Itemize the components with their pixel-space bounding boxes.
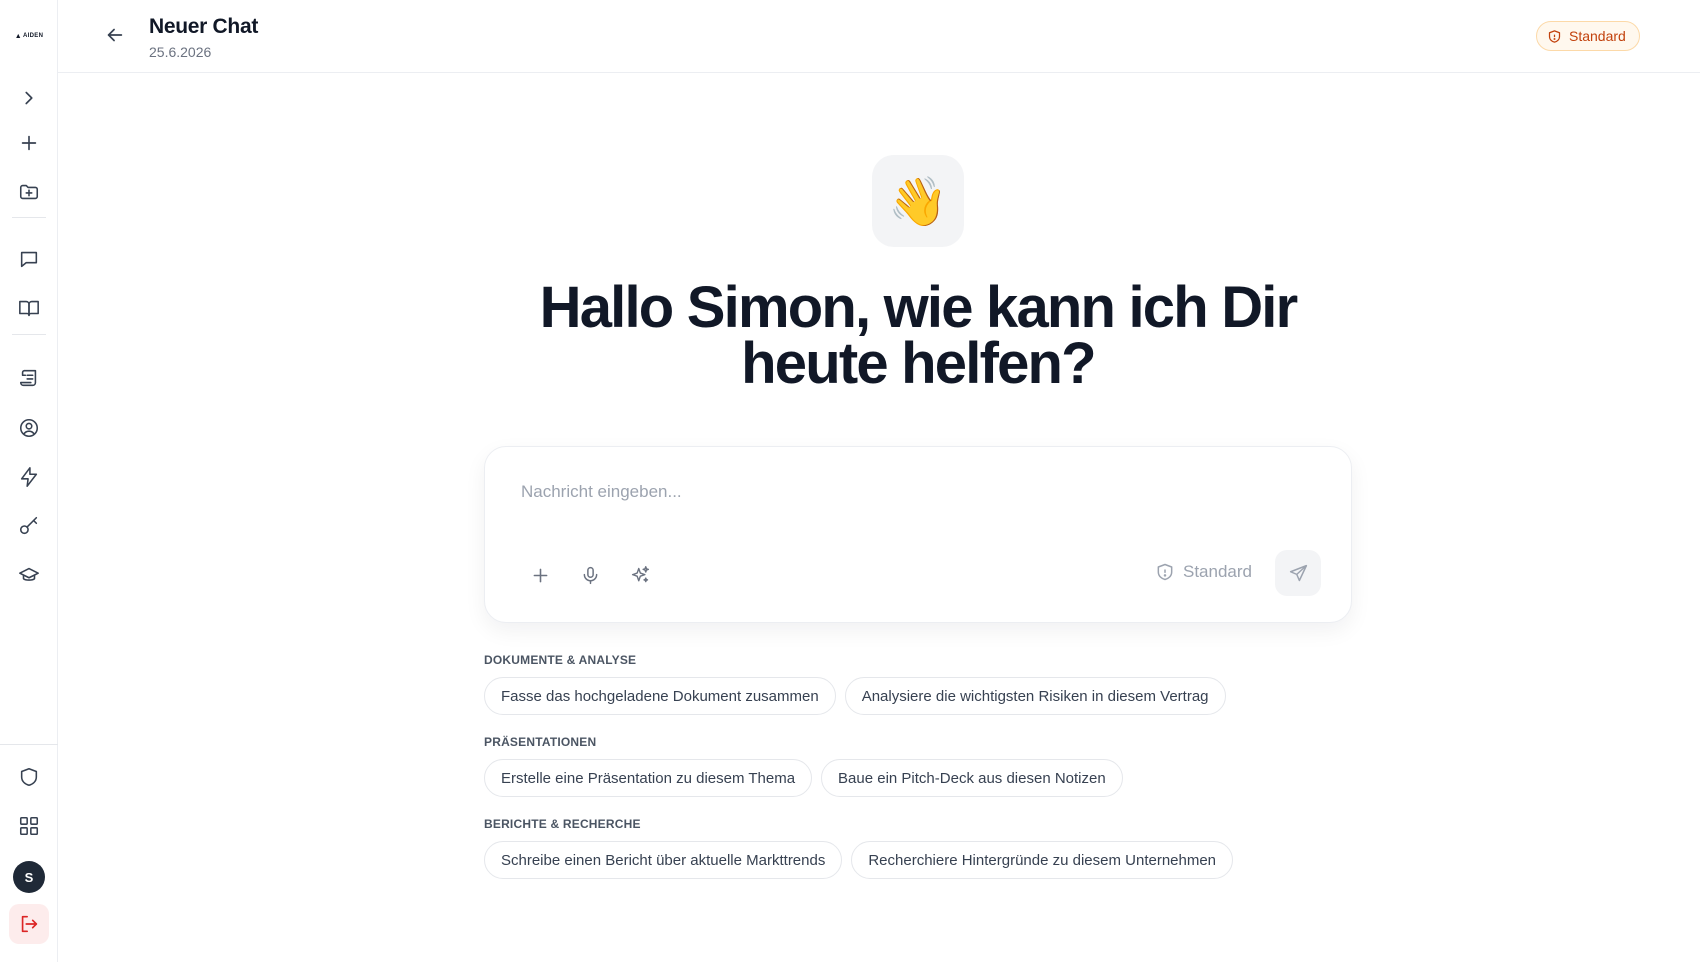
waving-hand-emoji: 👋 (888, 173, 948, 230)
chat-bubble-icon (20, 251, 38, 268)
logo-mark-icon: ▲ (14, 32, 23, 40)
shield-icon (20, 767, 38, 787)
new-chat-button[interactable] (9, 123, 49, 163)
send-button[interactable] (1275, 550, 1321, 596)
sidebar-item-automations[interactable] (9, 457, 49, 497)
grid-icon (19, 816, 39, 836)
sidebar-item-academy[interactable] (9, 555, 49, 595)
waving-hand-icon: 👋 (872, 155, 964, 247)
section-title-reports: BERICHTE & RECHERCHE (484, 817, 641, 831)
book-icon (19, 300, 39, 317)
suggestion-row-presentations: Erstelle eine Präsentation zu diesem The… (484, 759, 1123, 797)
suggestion-chip[interactable]: Analysiere die wichtigsten Risiken in di… (844, 677, 1226, 715)
send-icon (1289, 564, 1307, 581)
sidebar-item-chats[interactable] (9, 239, 49, 279)
greeting-heading: Hallo Simon, wie kann ich Dir heute helf… (539, 275, 1299, 396)
suggestion-chip[interactable]: Baue ein Pitch-Deck aus diesen Notizen (821, 759, 1123, 797)
new-folder-button[interactable] (9, 172, 49, 212)
user-avatar[interactable]: S (13, 861, 45, 893)
back-button[interactable] (100, 20, 130, 50)
shield-icon (1548, 29, 1561, 43)
mode-selector[interactable]: Standard (1155, 557, 1252, 587)
suggestion-chip[interactable]: Schreibe einen Bericht über aktuelle Mar… (484, 841, 843, 879)
logo-text: AIDEN (23, 33, 44, 39)
suggestion-row-documents: Fasse das hochgeladene Dokument zusammen… (484, 677, 1226, 715)
mode-selector-label: Standard (1183, 562, 1252, 581)
microphone-icon (583, 566, 597, 584)
arrow-left-icon (107, 28, 123, 42)
suggestion-chip[interactable]: Recherchiere Hintergründe zu diesem Unte… (851, 841, 1234, 879)
mode-badge[interactable]: Standard (1536, 21, 1640, 51)
chat-title: Neuer Chat (149, 15, 259, 38)
avatar-initial: S (24, 869, 34, 885)
chat-header: Neuer Chat 25.6.2026 Standard (58, 0, 1700, 73)
message-composer: Standard (484, 446, 1352, 623)
lightning-icon (20, 467, 38, 487)
message-input[interactable] (521, 482, 1281, 502)
plus-icon (533, 568, 547, 582)
user-circle-icon (19, 418, 39, 438)
section-title-documents: DOKUMENTE & ANALYSE (484, 653, 637, 667)
sidebar-divider (12, 217, 46, 218)
expand-sidebar-button[interactable] (9, 78, 49, 118)
graduation-cap-icon (19, 567, 39, 581)
sidebar-item-prompts[interactable] (9, 358, 49, 398)
key-icon (19, 516, 38, 535)
sidebar-bottom-divider (0, 744, 58, 745)
suggestion-row-reports: Schreibe einen Bericht über aktuelle Mar… (484, 841, 1234, 879)
sidebar-divider (12, 334, 46, 335)
chevron-right-icon (25, 91, 33, 105)
plus-icon (21, 135, 37, 151)
mode-badge-label: Standard (1569, 28, 1626, 44)
voice-input-button[interactable] (573, 558, 607, 592)
magic-prompt-button[interactable] (623, 558, 657, 592)
sidebar-item-library[interactable] (9, 288, 49, 328)
suggestion-chip[interactable]: Erstelle eine Präsentation zu diesem The… (484, 759, 813, 797)
sidebar-item-keys[interactable] (9, 506, 49, 546)
sidebar: ▲ AIDEN S (0, 0, 58, 962)
aiden-logo[interactable]: ▲ AIDEN (9, 16, 49, 56)
chat-date: 25.6.2026 (149, 44, 212, 60)
scroll-icon (19, 369, 37, 387)
logout-icon (21, 915, 38, 933)
shield-icon (1157, 563, 1173, 581)
sidebar-item-security[interactable] (9, 757, 49, 797)
logout-button[interactable] (9, 904, 49, 944)
section-title-presentations: PRÄSENTATIONEN (484, 735, 597, 749)
folder-plus-icon (19, 184, 39, 200)
sparkles-icon (631, 565, 649, 582)
attach-button[interactable] (523, 558, 557, 592)
sidebar-item-apps[interactable] (9, 806, 49, 846)
sidebar-item-assistants[interactable] (9, 408, 49, 448)
suggestion-chip[interactable]: Fasse das hochgeladene Dokument zusammen (484, 677, 836, 715)
